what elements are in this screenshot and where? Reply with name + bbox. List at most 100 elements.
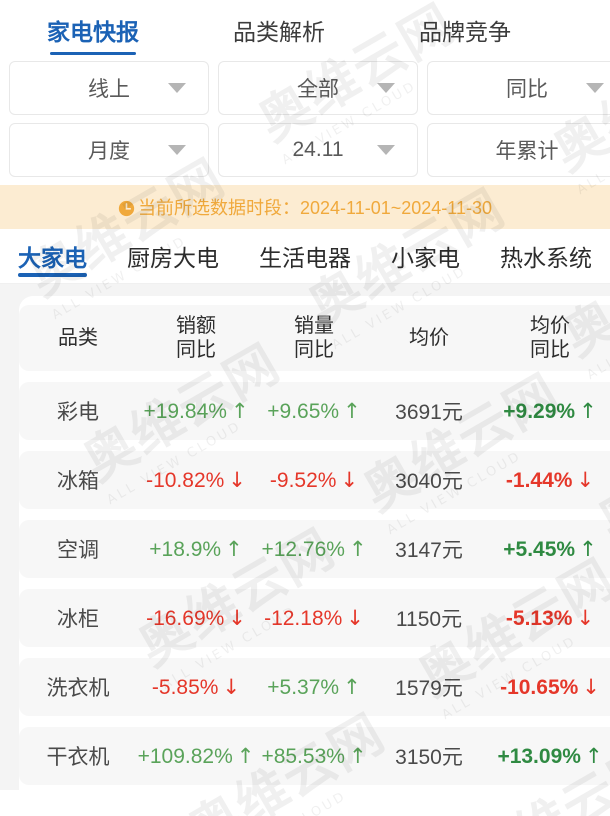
cell-avg-price-yoy: +9.29% ↑ (485, 399, 610, 424)
table-row[interactable]: 冰箱 -10.82% ↓ -9.52% ↓ 3040元 -1.44% ↓ (19, 451, 610, 509)
avg-price-value: 1150元 (395, 608, 463, 631)
category-tab-1[interactable]: 大家电 (18, 229, 87, 283)
column-header-line1: 销额 (176, 314, 216, 337)
cell-avg-price: 3147元 (373, 534, 485, 564)
metric-value: +109.82% (137, 744, 233, 768)
metric-value-wrap: +109.82% ↑ (137, 743, 255, 768)
arrow-up-icon: ↑ (230, 398, 249, 423)
category-label: 洗衣机 (46, 677, 110, 700)
filter-select-row1-3[interactable]: 同比 (427, 61, 610, 115)
category-tabs: 大家电 厨房大电 生活电器 小家电 热水系统 (0, 229, 610, 284)
metric-value: -1.44% (505, 468, 573, 492)
table-row[interactable]: 冰柜 -16.69% ↓ -12.18% ↓ 1150元 -5.13% ↓ (19, 589, 610, 647)
arrow-down-icon: ↓ (228, 467, 246, 492)
metric-value: +13.09% (497, 744, 581, 768)
table-row[interactable]: 干衣机 +109.82% ↑ +85.53% ↑ 3150元 +13.09% ↑ (19, 727, 610, 785)
filter-select-row2-3[interactable]: 年累计 (427, 123, 610, 177)
cell-volume-yoy: -12.18% ↓ (255, 606, 373, 631)
cell-avg-price-yoy: +13.09% ↑ (485, 744, 610, 769)
arrow-up-icon: ↑ (579, 536, 597, 561)
metric-value-wrap: +12.76% ↑ (261, 537, 366, 561)
filter-row-1: 线上 全部 同比 (0, 57, 610, 119)
cell-category: 干衣机 (19, 741, 137, 771)
avg-price-value: 3691元 (395, 401, 463, 424)
table-column-header-4: 均价 (373, 326, 485, 350)
avg-price-value: 1579元 (395, 677, 463, 700)
arrow-down-icon: ↓ (576, 605, 595, 630)
cell-avg-price: 3150元 (373, 741, 485, 771)
cell-avg-price: 3691元 (373, 396, 485, 426)
top-nav-tab-3[interactable]: 品牌竞争 (372, 19, 558, 57)
metric-value: -5.13% (505, 606, 573, 630)
filter-select-row2-1[interactable]: 月度 (9, 123, 209, 177)
cell-volume-yoy: +12.76% ↑ (255, 537, 373, 562)
metric-value-wrap: +9.29% ↑ (503, 399, 596, 423)
table-column-header-3: 销量 同比 (255, 314, 373, 363)
arrow-down-icon: ↓ (576, 467, 595, 492)
cell-sales-yoy: -16.69% ↓ (137, 606, 255, 631)
cell-avg-price-yoy: +5.45% ↑ (485, 537, 610, 562)
filter-select-row2-2[interactable]: 24.11 (218, 123, 418, 177)
metric-value-wrap: -12.18% ↓ (264, 606, 364, 630)
arrow-up-icon: ↑ (225, 536, 243, 561)
metric-value-wrap: +18.9% ↑ (149, 536, 243, 561)
category-tab-2[interactable]: 厨房大电 (127, 229, 219, 283)
filter-select-value: 24.11 (292, 138, 344, 161)
cell-sales-yoy: +19.84% ↑ (137, 399, 255, 424)
table-column-header-1: 品类 (19, 326, 137, 350)
table-row[interactable]: 空调 +18.9% ↑ +12.76% ↑ 3147元 +5.45% ↑ (19, 520, 610, 578)
cell-category: 冰箱 (19, 465, 137, 495)
arrow-up-icon: ↑ (236, 743, 255, 768)
filter-panel: 线上 全部 同比 月度 24.11 年累计 (0, 57, 610, 181)
filter-select-value: 月度 (88, 140, 130, 163)
table-row[interactable]: 彩电 +19.84% ↑ +9.65% ↑ 3691元 +9.29% ↑ (19, 382, 610, 440)
metric-value-wrap: +9.65% ↑ (267, 398, 361, 423)
metric-value: +5.45% (503, 537, 576, 561)
clock-icon (118, 200, 135, 217)
app-root: 家电快报 品类解析 品牌竞争 线上 全部 同比 月度 24.11 年累计 当前所选数据时段：… (0, 0, 610, 816)
metric-value: +5.37% (267, 675, 340, 699)
category-label: 冰箱 (57, 470, 99, 493)
cell-category: 彩电 (19, 396, 137, 426)
metric-value: +18.9% (149, 537, 222, 561)
notice-text: 当前所选数据时段：2024-11-01~2024-11-30 (138, 198, 492, 218)
filter-select-row1-1[interactable]: 线上 (9, 61, 209, 115)
cell-avg-price: 3040元 (373, 465, 485, 495)
metric-value-wrap: -9.52% ↓ (270, 468, 358, 492)
filter-select-value: 全部 (297, 78, 339, 101)
category-tab-3[interactable]: 生活电器 (259, 229, 351, 283)
metric-value: +12.76% (261, 537, 345, 561)
cell-avg-price-yoy: -10.65% ↓ (485, 675, 610, 700)
column-header-line2: 同比 (294, 339, 334, 361)
metric-value-wrap: +85.53% ↑ (261, 744, 366, 768)
filter-select-value: 同比 (506, 78, 548, 101)
top-nav-tab-1[interactable]: 家电快报 (0, 19, 186, 57)
top-nav-tab-label: 品类解析 (233, 19, 325, 46)
table-body: 彩电 +19.84% ↑ +9.65% ↑ 3691元 +9.29% ↑ 冰箱 -10.82% ↓ -… (19, 382, 610, 785)
column-header-line2: 同比 (530, 339, 570, 361)
arrow-up-icon: ↑ (343, 674, 361, 699)
arrow-down-icon: ↓ (222, 674, 241, 699)
table-section: 品类 销额 同比 销量 同比 均价 均价 同比 彩电 +19.84% ↑ +9.65% ↑ 3691元 +… (0, 284, 610, 790)
arrow-up-icon: ↑ (343, 398, 361, 423)
category-label: 干衣机 (46, 746, 110, 769)
cell-volume-yoy: +9.65% ↑ (255, 399, 373, 424)
chevron-down-icon (377, 145, 395, 155)
metric-value: -10.82% (146, 468, 225, 492)
cell-sales-yoy: -10.82% ↓ (137, 468, 255, 493)
metric-value: +85.53% (261, 744, 345, 768)
cell-avg-price-yoy: -1.44% ↓ (485, 468, 610, 493)
watermark-subtitle: ALL VIEW CLOUD (489, 787, 610, 816)
table-card: 品类 销额 同比 销量 同比 均价 均价 同比 彩电 +19.84% ↑ +9.65% ↑ 3691元 +… (19, 296, 610, 790)
metric-value-wrap: -16.69% ↓ (146, 606, 246, 630)
filter-select-row1-2[interactable]: 全部 (218, 61, 418, 115)
top-nav-tab-2[interactable]: 品类解析 (186, 19, 372, 57)
metric-value: -5.85% (151, 675, 219, 699)
category-tab-4[interactable]: 小家电 (391, 229, 460, 283)
top-nav: 家电快报 品类解析 品牌竞争 (0, 0, 610, 57)
metric-value: -12.18% (264, 606, 343, 630)
metric-value-wrap: -1.44% ↓ (505, 467, 595, 492)
category-label: 空调 (57, 539, 99, 562)
table-row[interactable]: 洗衣机 -5.85% ↓ +5.37% ↑ 1579元 -10.65% ↓ (19, 658, 610, 716)
category-tab-5[interactable]: 热水系统 (500, 229, 592, 283)
